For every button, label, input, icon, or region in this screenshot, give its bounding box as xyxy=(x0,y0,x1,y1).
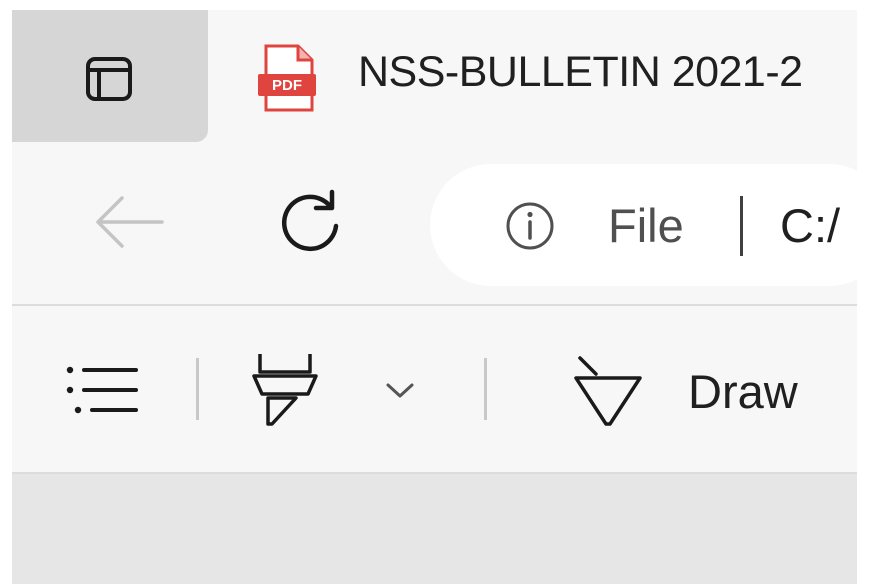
toolbar-separator xyxy=(484,358,487,420)
tab-actions-button[interactable] xyxy=(12,10,208,142)
refresh-icon[interactable] xyxy=(274,188,346,260)
url-text[interactable]: C:/ xyxy=(780,198,840,253)
tab-strip: PDF NSS-BULLETIN 2021-2 xyxy=(12,10,857,142)
tab-title: NSS-BULLETIN 2021-2 xyxy=(358,48,803,96)
highlighter-icon[interactable] xyxy=(250,350,320,428)
toolbar-separator xyxy=(196,358,199,420)
address-bar[interactable]: File C:/ xyxy=(430,164,857,286)
info-icon[interactable] xyxy=(504,200,556,252)
pdf-toolbar: Draw xyxy=(12,306,857,474)
scheme-label: File xyxy=(608,199,684,252)
draw-label[interactable]: Draw xyxy=(688,364,798,419)
browser-window: PDF NSS-BULLETIN 2021-2 File C:/ Draw xyxy=(12,10,857,584)
table-of-contents-icon[interactable] xyxy=(64,362,142,418)
tab-active[interactable]: PDF NSS-BULLETIN 2021-2 xyxy=(208,10,857,142)
draw-pen-icon[interactable] xyxy=(572,352,644,430)
pdf-file-icon: PDF xyxy=(258,44,316,112)
document-viewport[interactable] xyxy=(12,474,857,584)
pdf-badge-text: PDF xyxy=(272,77,302,94)
back-arrow-icon[interactable] xyxy=(92,192,166,252)
chevron-down-icon[interactable] xyxy=(384,378,416,402)
address-separator xyxy=(740,196,743,256)
navigation-bar: File C:/ xyxy=(12,142,857,306)
tab-actions-icon xyxy=(86,57,132,101)
